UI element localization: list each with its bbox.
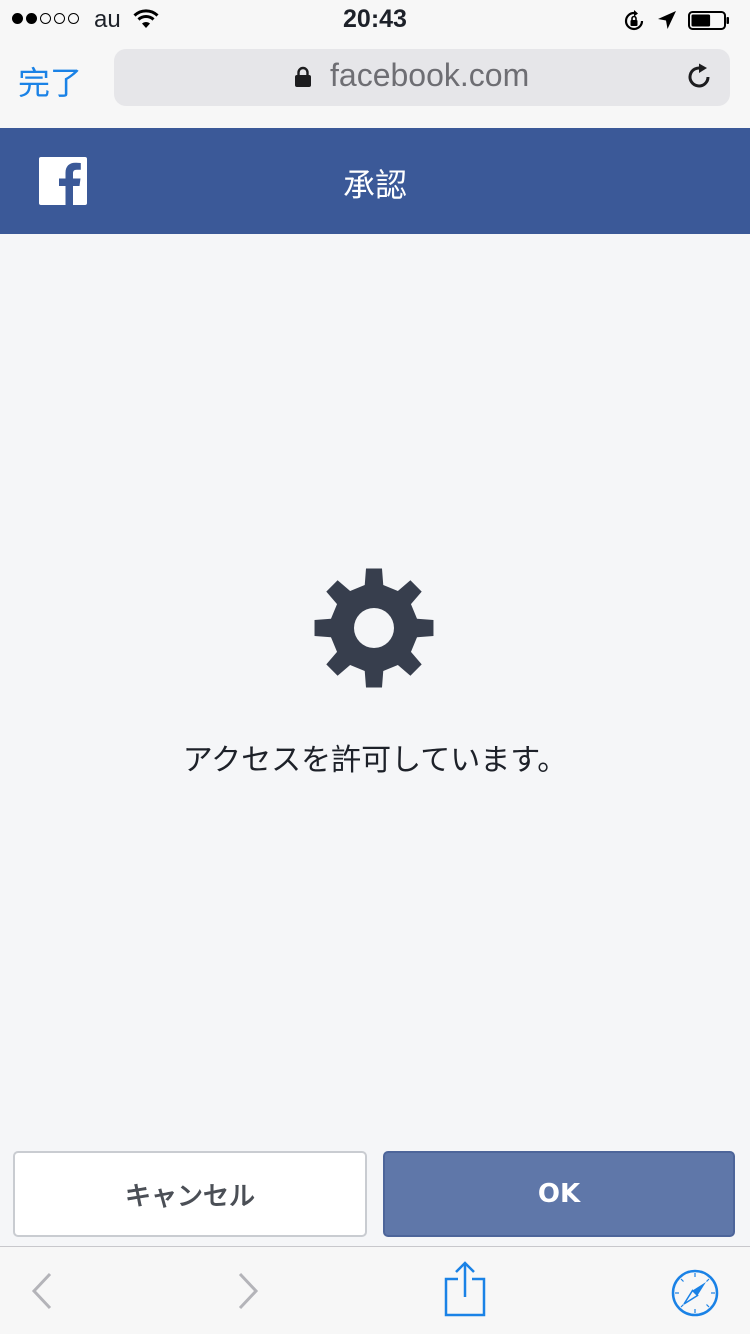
browser-toolbar	[0, 1246, 750, 1334]
gear-icon	[313, 567, 435, 693]
cancel-button[interactable]: キャンセル	[13, 1151, 367, 1237]
done-button[interactable]: 完了	[18, 58, 82, 104]
padlock-icon	[294, 66, 312, 92]
back-icon[interactable]	[30, 1271, 54, 1315]
share-icon[interactable]	[444, 1261, 486, 1321]
address-field[interactable]: facebook.com	[114, 49, 730, 106]
location-arrow-icon	[657, 10, 677, 34]
facebook-header: 承認	[0, 128, 750, 234]
safari-compass-icon[interactable]	[670, 1268, 720, 1322]
status-message: アクセスを許可しています。	[182, 743, 568, 778]
reload-icon[interactable]	[684, 62, 714, 96]
rotation-lock-icon	[622, 9, 646, 37]
ok-button[interactable]: OK	[383, 1151, 735, 1237]
status-bar: au 20:43	[0, 0, 750, 40]
forward-icon[interactable]	[236, 1271, 260, 1315]
url-text: facebook.com	[330, 57, 530, 93]
browser-url-bar: 完了 facebook.com	[0, 40, 750, 128]
page-title: 承認	[342, 166, 407, 204]
battery-icon	[688, 11, 730, 30]
